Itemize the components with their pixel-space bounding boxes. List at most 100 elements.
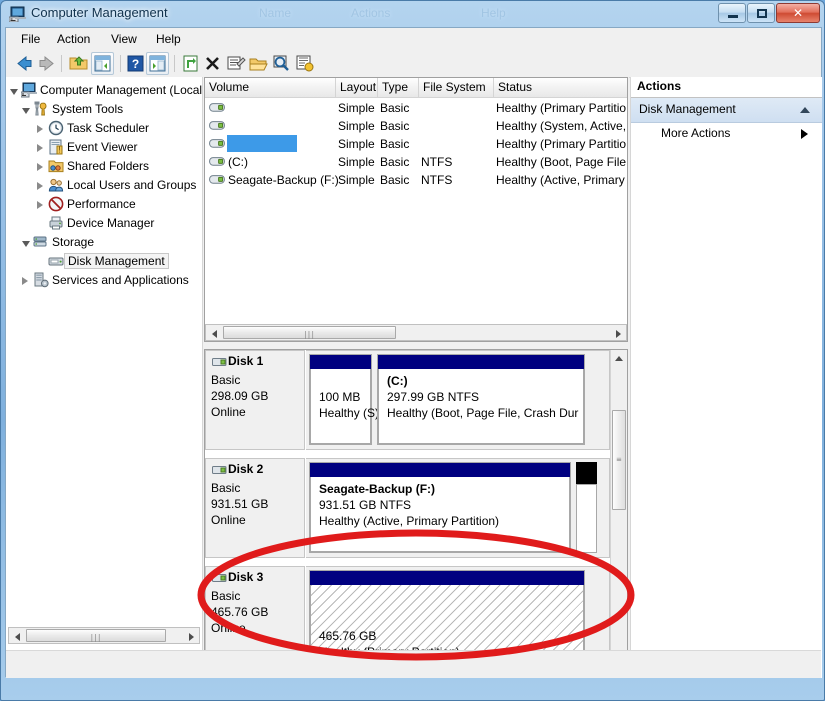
vscroll-up-button[interactable]: [611, 350, 627, 366]
vscroll-thumb[interactable]: ≡: [612, 410, 626, 510]
actions-item-more-actions[interactable]: More Actions: [631, 123, 822, 145]
partition-block[interactable]: (C:) 297.99 GB NTFS Healthy (Boot, Page …: [377, 354, 585, 445]
system-tools-icon: [33, 101, 49, 117]
up-one-level-icon[interactable]: [68, 53, 89, 74]
volume-row[interactable]: (C:)Simple Basic NTFS Healthy (Boot, Pag…: [205, 153, 627, 171]
volume-row[interactable]: Simple Basic Healthy (Primary Partitio: [205, 135, 627, 153]
volume-status: Healthy (Active, Primary: [496, 173, 625, 187]
show-hide-console-tree-button[interactable]: [91, 52, 114, 75]
rescan-disks-icon[interactable]: [294, 53, 315, 74]
partition-label: (C:): [387, 374, 408, 388]
partition-color-bar: [310, 355, 371, 369]
menu-help[interactable]: Help: [149, 31, 188, 47]
disk-info[interactable]: Disk 2 Basic 931.51 GB Online: [205, 458, 305, 558]
unallocated-block[interactable]: [576, 484, 597, 553]
back-icon[interactable]: [14, 53, 35, 74]
disk-size: 931.51 GB: [211, 497, 268, 511]
tree-hscroll-left-button[interactable]: [9, 628, 25, 643]
diskview-vscrollbar[interactable]: ≡: [610, 350, 627, 673]
volume-layout: Simple: [338, 119, 375, 133]
tree-hscrollbar[interactable]: |||: [8, 627, 200, 644]
computer-management-icon: [9, 6, 26, 22]
tree-hscroll-thumb[interactable]: |||: [26, 629, 166, 642]
column-header-volume[interactable]: Volume: [205, 78, 336, 97]
device-manager-icon: [48, 215, 64, 231]
volume-filesystem: NTFS: [421, 173, 452, 187]
expand-arrow-icon[interactable]: [36, 181, 45, 190]
users-icon: [48, 177, 64, 193]
storage-icon: [33, 234, 49, 250]
disk-icon: [212, 357, 227, 368]
actions-group-disk-management[interactable]: Disk Management: [631, 98, 822, 123]
chevron-right-icon[interactable]: [801, 129, 808, 139]
help-icon[interactable]: ?: [125, 53, 146, 74]
services-icon: [33, 272, 49, 288]
expand-arrow-icon[interactable]: [36, 124, 45, 133]
tree-node-label: Event Viewer: [67, 140, 137, 154]
hscroll-thumb[interactable]: |||: [223, 326, 396, 339]
disk-info[interactable]: Disk 1 Basic 298.09 GB Online: [205, 350, 305, 450]
disk-kind: Basic: [211, 373, 240, 387]
expand-arrow-icon[interactable]: [21, 276, 30, 285]
volume-row[interactable]: Seagate-Backup (F:)Simple Basic NTFS Hea…: [205, 171, 627, 189]
volume-layout: Simple: [338, 137, 375, 151]
column-header-filesystem[interactable]: File System: [419, 78, 494, 97]
partition-body: Seagate-Backup (F:) 931.51 GB NTFS Healt…: [310, 477, 570, 552]
partition-block[interactable]: Seagate-Backup (F:) 931.51 GB NTFS Healt…: [309, 462, 571, 553]
expand-arrow-icon[interactable]: [36, 143, 45, 152]
disk-state: Online: [211, 513, 246, 527]
close-icon: ✕: [777, 6, 819, 20]
tree-hscroll-right-button[interactable]: [183, 628, 199, 643]
menu-action[interactable]: Action: [50, 31, 97, 47]
volume-list-hscrollbar[interactable]: |||: [205, 324, 627, 341]
hscroll-left-button[interactable]: [206, 325, 222, 340]
volume-row[interactable]: Simple Basic Healthy (Primary Partitio: [205, 99, 627, 117]
open-folder-icon[interactable]: [248, 53, 269, 74]
collapse-arrow-icon[interactable]: [21, 238, 30, 247]
collapse-arrow-icon[interactable]: [21, 105, 30, 114]
scroll-grip-icon: ≡: [616, 459, 622, 462]
action-pane-icon: [149, 55, 166, 72]
title-bar: Computer Management Name Actions Help ✕: [1, 1, 825, 27]
actions-group-label: Disk Management: [639, 102, 736, 116]
volume-type: Basic: [380, 101, 409, 115]
tree-node-label: Disk Management: [64, 253, 169, 269]
properties-icon[interactable]: [225, 53, 246, 74]
forward-icon[interactable]: [36, 53, 57, 74]
tree-node-label: Computer Management (Local: [40, 83, 202, 97]
partition-block[interactable]: 465.76 GB Healthy (Primary Partition): [309, 570, 585, 661]
chevron-up-icon[interactable]: [800, 107, 810, 113]
scroll-grip-icon: |||: [90, 633, 101, 642]
volume-icon: [209, 174, 225, 185]
expand-arrow-icon[interactable]: [36, 200, 45, 209]
disk-row-disk-1[interactable]: Disk 1 Basic 298.09 GB Online 100 MB Hea…: [205, 350, 610, 450]
hscroll-right-button[interactable]: [610, 325, 626, 340]
volume-name: Seagate-Backup (F:): [228, 173, 339, 187]
partition-size: 297.99 GB NTFS: [387, 390, 479, 404]
disk-name: Disk 2: [228, 462, 263, 476]
menu-view[interactable]: View: [104, 31, 144, 47]
refresh-icon[interactable]: [180, 53, 201, 74]
maximize-button[interactable]: [747, 3, 775, 23]
column-header-type[interactable]: Type: [378, 78, 419, 97]
minimize-button[interactable]: [718, 3, 746, 23]
search-icon[interactable]: [271, 53, 292, 74]
delete-icon[interactable]: [202, 53, 223, 74]
column-header-layout[interactable]: Layout: [336, 78, 378, 97]
menu-file[interactable]: File: [14, 31, 47, 47]
partition-size: 931.51 GB NTFS: [319, 498, 411, 512]
performance-icon: [48, 196, 64, 212]
partition-status: Healthy (Active, Primary Partition): [319, 514, 499, 528]
expand-arrow-icon[interactable]: [36, 162, 45, 171]
volume-row[interactable]: Simple Basic Healthy (System, Active,: [205, 117, 627, 135]
partition-color-bar: [378, 355, 584, 369]
close-button[interactable]: ✕: [776, 3, 820, 23]
disk-row-disk-2[interactable]: Disk 2 Basic 931.51 GB Online Seagate-Ba…: [205, 458, 610, 558]
partition-status: Healthy (Boot, Page File, Crash Dur: [387, 406, 578, 420]
show-hide-action-pane-button[interactable]: [146, 52, 169, 75]
disk-name: Disk 3: [228, 570, 263, 584]
collapse-arrow-icon[interactable]: [9, 86, 18, 95]
volume-icon: [209, 120, 225, 131]
partition-block[interactable]: 100 MB Healthy (S): [309, 354, 372, 445]
column-header-status[interactable]: Status: [494, 78, 628, 97]
